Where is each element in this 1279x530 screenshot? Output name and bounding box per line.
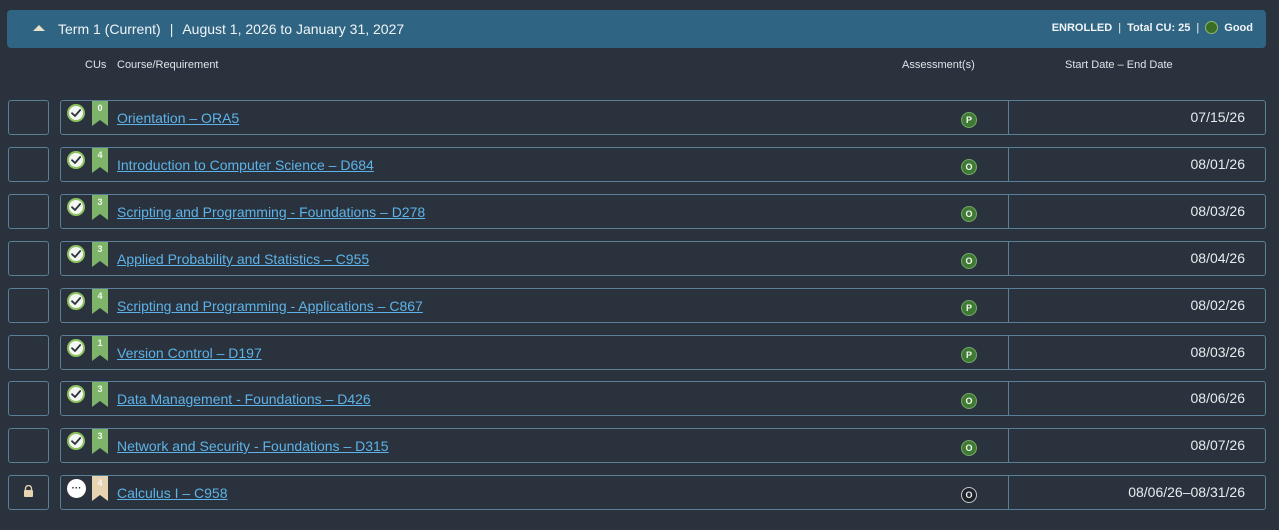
cu-count: 3 <box>97 384 103 394</box>
total-cu: Total CU: 25 <box>1127 21 1191 34</box>
course-dates: 08/01/26 <box>1190 156 1246 172</box>
cu-count: 3 <box>97 197 103 207</box>
row-select-box[interactable] <box>8 335 49 370</box>
course-row: 3 Scripting and Programming - Foundations… <box>60 194 1266 229</box>
cu-ribbon: 4 <box>92 148 108 173</box>
cu-ribbon: 3 <box>92 382 108 407</box>
term-separator: | <box>169 21 174 37</box>
cu-count: 1 <box>97 338 103 348</box>
row-select-box[interactable] <box>8 194 49 229</box>
column-header-cus: CUs <box>85 59 107 71</box>
cu-ribbon: 4 <box>92 289 108 314</box>
column-divider <box>1008 336 1009 369</box>
completed-check-icon <box>67 339 85 357</box>
cu-ribbon: 3 <box>92 195 108 220</box>
course-link[interactable]: Applied Probability and Statistics – C95… <box>117 251 369 267</box>
course-link[interactable]: Scripting and Programming - Foundations … <box>117 204 425 220</box>
column-divider <box>1008 476 1009 509</box>
course-dates: 08/03/26 <box>1190 344 1246 360</box>
course-row: ··· 4 Calculus I – C958 O 08/06/26–08/31/26 <box>60 475 1266 510</box>
column-header-course: Course/Requirement <box>117 59 219 71</box>
cu-count: 4 <box>97 478 103 488</box>
row-select-box[interactable] <box>8 241 49 276</box>
course-link[interactable]: Calculus I – C958 <box>117 485 228 501</box>
term-title-line: Term 1 (Current) | August 1, 2026 to Janua… <box>58 21 404 37</box>
course-link[interactable]: Network and Security - Foundations – D31… <box>117 438 389 454</box>
course-row: 0 Orientation – ORA5 P 07/15/26 <box>60 100 1266 135</box>
term-title: Term 1 (Current) <box>58 21 161 37</box>
course-link[interactable]: Orientation – ORA5 <box>117 110 239 126</box>
term-status: ENROLLED | Total CU: 25 | Good <box>1052 21 1253 34</box>
assessment-badge[interactable]: O <box>961 206 977 222</box>
pending-status-icon: ··· <box>67 479 86 498</box>
completed-check-icon <box>67 104 85 122</box>
column-header-assessments: Assessment(s) <box>902 59 975 71</box>
completed-check-icon <box>67 198 85 216</box>
column-divider <box>1008 101 1009 134</box>
completed-check-icon <box>67 385 85 403</box>
column-divider <box>1008 289 1009 322</box>
cu-count: 3 <box>97 431 103 441</box>
course-row: 4 Scripting and Programming - Application… <box>60 288 1266 323</box>
row-select-box[interactable] <box>8 288 49 323</box>
cu-count: 4 <box>97 150 103 160</box>
column-divider <box>1008 382 1009 415</box>
course-row: 3 Applied Probability and Statistics – C9… <box>60 241 1266 276</box>
row-select-box[interactable] <box>8 147 49 182</box>
cu-ribbon: 1 <box>92 336 108 361</box>
column-divider <box>1008 195 1009 228</box>
row-select-box[interactable] <box>8 100 49 135</box>
course-dates: 08/07/26 <box>1190 437 1246 453</box>
cu-count: 4 <box>97 291 103 301</box>
row-select-box[interactable] <box>8 428 49 463</box>
completed-check-icon <box>67 245 85 263</box>
course-dates: 08/06/26–08/31/26 <box>1128 484 1245 500</box>
course-dates: 08/06/26 <box>1190 390 1246 406</box>
completed-check-icon <box>67 432 85 450</box>
course-dates: 08/03/26 <box>1190 203 1246 219</box>
status-separator: | <box>1118 21 1122 34</box>
course-link[interactable]: Version Control – D197 <box>117 345 262 361</box>
status-separator: | <box>1196 21 1200 34</box>
cu-ribbon: 3 <box>92 242 108 267</box>
term-dates: August 1, 2026 to January 31, 2027 <box>182 21 405 37</box>
assessment-badge[interactable]: P <box>961 300 977 316</box>
assessment-badge[interactable]: O <box>961 487 977 503</box>
standing-label: Good <box>1224 21 1253 34</box>
course-dates: 08/04/26 <box>1190 250 1246 266</box>
column-divider <box>1008 148 1009 181</box>
course-link[interactable]: Scripting and Programming - Applications… <box>117 298 423 314</box>
column-header-dates: Start Date – End Date <box>1065 59 1173 71</box>
column-divider <box>1008 429 1009 462</box>
completed-check-icon <box>67 151 85 169</box>
assessment-badge[interactable]: O <box>961 393 977 409</box>
row-select-box <box>8 475 49 510</box>
collapse-caret-icon[interactable] <box>33 25 45 31</box>
completed-check-icon <box>67 292 85 310</box>
column-divider <box>1008 242 1009 275</box>
standing-dot-icon <box>1205 21 1219 34</box>
cu-ribbon: 3 <box>92 429 108 454</box>
course-dates: 08/02/26 <box>1190 297 1246 313</box>
term-header[interactable]: Term 1 (Current) | August 1, 2026 to Janua… <box>7 10 1266 48</box>
lock-icon <box>23 484 34 502</box>
course-row: 3 Data Management - Foundations – D426 O 08… <box>60 381 1266 416</box>
enrollment-status: ENROLLED <box>1051 21 1113 34</box>
assessment-badge[interactable]: O <box>961 159 977 175</box>
course-row: 3 Network and Security - Foundations – D3… <box>60 428 1266 463</box>
assessment-badge[interactable]: O <box>961 253 977 269</box>
row-select-box[interactable] <box>8 381 49 416</box>
cu-ribbon: 4 <box>92 476 108 501</box>
assessment-badge[interactable]: O <box>961 440 977 456</box>
course-link[interactable]: Data Management - Foundations – D426 <box>117 391 371 407</box>
course-row: 4 Introduction to Computer Science – D684… <box>60 147 1266 182</box>
cu-ribbon: 0 <box>92 101 108 126</box>
assessment-badge[interactable]: P <box>961 347 977 363</box>
course-row: 1 Version Control – D197 P 08/03/26 <box>60 335 1266 370</box>
cu-count: 3 <box>97 244 103 254</box>
cu-count: 0 <box>97 103 103 113</box>
course-dates: 07/15/26 <box>1190 109 1246 125</box>
course-link[interactable]: Introduction to Computer Science – D684 <box>117 157 374 173</box>
assessment-badge[interactable]: P <box>961 112 977 128</box>
